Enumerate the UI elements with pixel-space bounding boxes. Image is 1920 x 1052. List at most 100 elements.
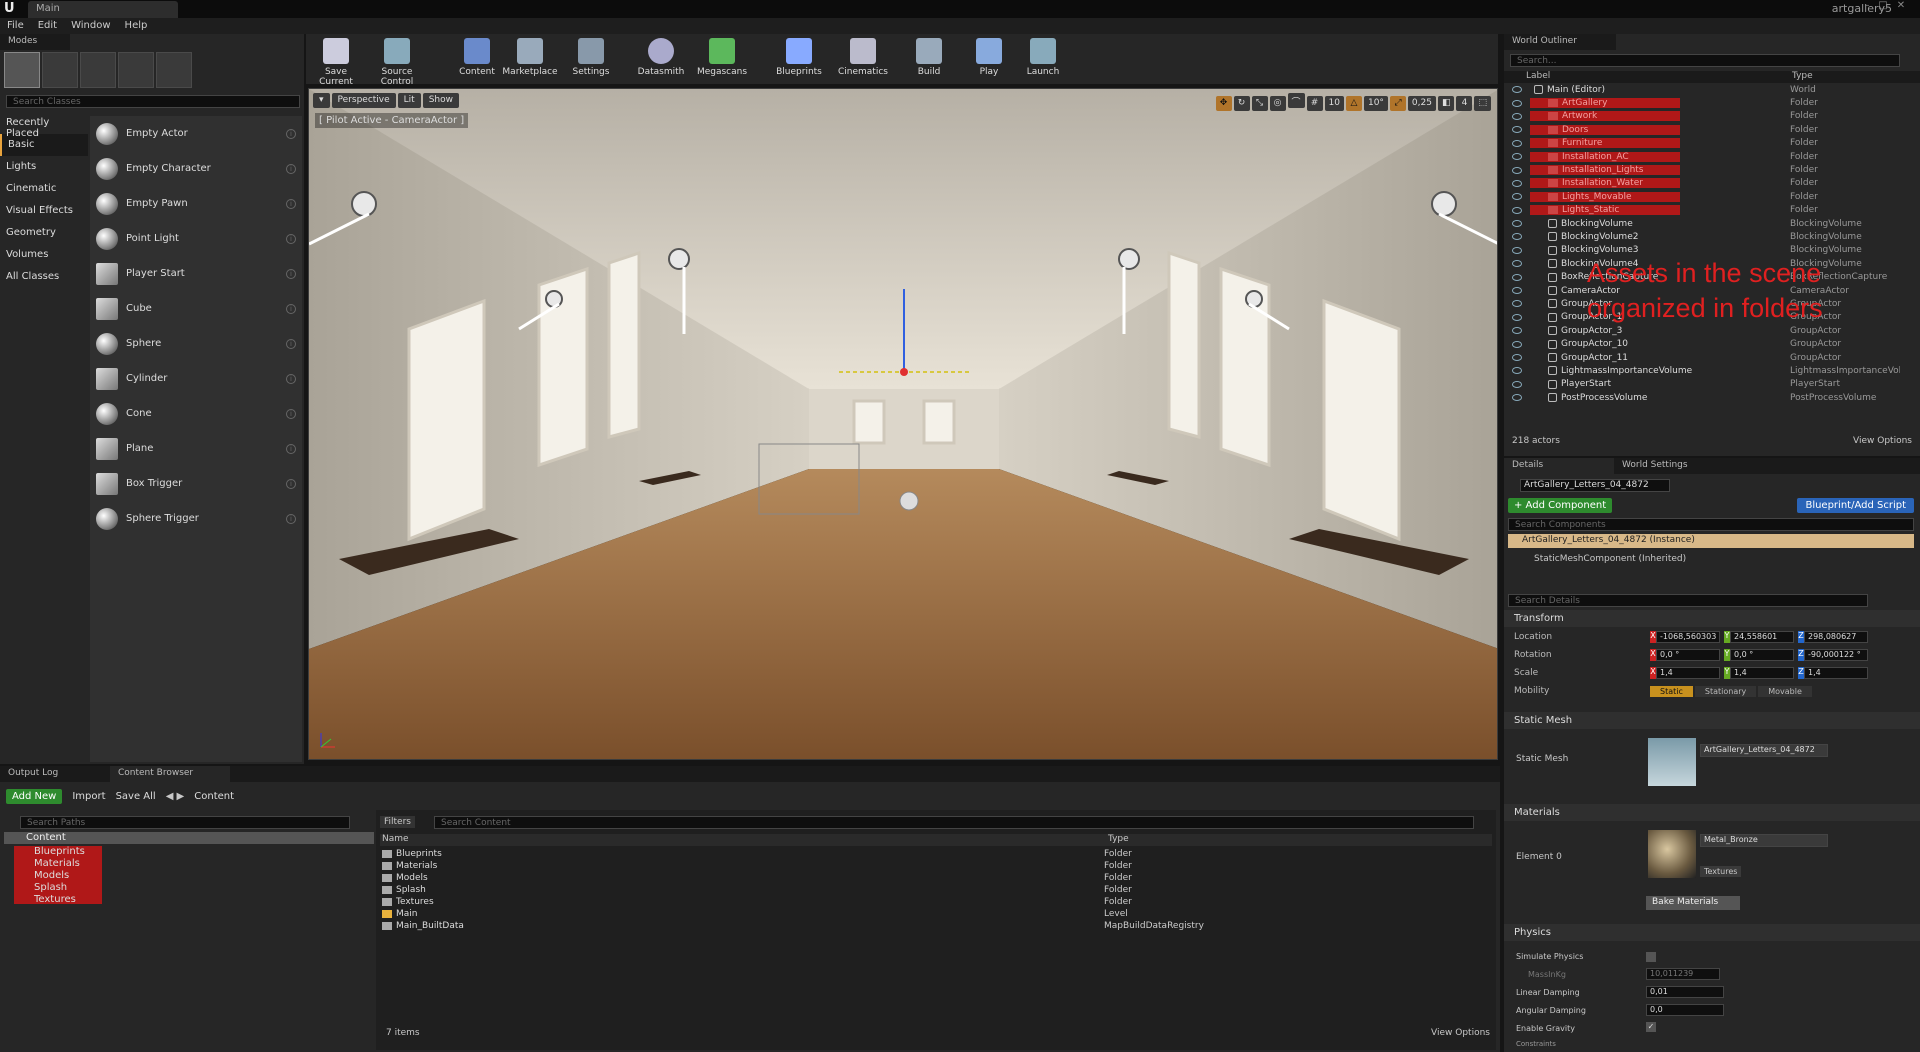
camera-speed-icon[interactable]: ◧ — [1437, 96, 1455, 111]
info-icon[interactable]: i — [286, 338, 296, 349]
material-dropdown[interactable]: Metal_Bronze — [1700, 834, 1828, 847]
minimize-icon[interactable]: – — [1860, 0, 1874, 12]
search-content-input[interactable]: Search Content — [434, 816, 1474, 829]
search-details-input[interactable]: Search Details — [1508, 594, 1868, 607]
outliner-row[interactable]: Installation_Water Folder — [1504, 177, 1920, 190]
bake-materials-button[interactable]: Bake Materials — [1646, 896, 1740, 910]
rotation-y[interactable]: 0,0 ° — [1730, 649, 1794, 661]
close-icon[interactable]: ✕ — [1894, 0, 1908, 12]
mobility-static[interactable]: Static — [1650, 685, 1693, 697]
angular-damping-field[interactable]: 0,0 — [1646, 1004, 1724, 1016]
enable-gravity-checkbox[interactable]: ✓ — [1646, 1022, 1656, 1032]
outliner-row[interactable]: Main (Editor) World — [1504, 83, 1920, 96]
output-log-tab[interactable]: Output Log — [0, 766, 110, 782]
outliner-row[interactable]: BoxReflectionCapture BoxReflectionCapture — [1504, 270, 1920, 283]
outliner-row[interactable]: GroupActor_10 GroupActor — [1504, 337, 1920, 350]
outliner-row[interactable]: GroupActor_11 GroupActor — [1504, 351, 1920, 364]
textures-dropdown[interactable]: Textures — [1700, 866, 1742, 877]
menu-help[interactable]: Help — [118, 18, 155, 31]
outliner-row[interactable]: GroupActor_3 GroupActor — [1504, 324, 1920, 337]
mobility-movable[interactable]: Movable — [1758, 685, 1812, 697]
static-mesh-section[interactable]: Static Mesh — [1504, 712, 1920, 729]
info-icon[interactable]: i — [286, 513, 296, 524]
save-current-button[interactable]: Save Current — [310, 34, 362, 87]
category-volumes[interactable]: Volumes — [0, 244, 88, 266]
static-mesh-dropdown[interactable]: ArtGallery_Letters_04_4872 — [1700, 744, 1828, 757]
visibility-eye-icon[interactable] — [1512, 327, 1522, 335]
class-item[interactable]: Cube i — [90, 291, 302, 326]
asset-row[interactable]: Splash Folder — [376, 884, 1488, 896]
instance-row[interactable]: ArtGallery_Letters_04_4872 (Instance) — [1508, 534, 1914, 548]
outliner-row[interactable]: BlockingVolume BlockingVolume — [1504, 217, 1920, 230]
outliner-row[interactable]: Lights_Movable Folder — [1504, 190, 1920, 203]
visibility-eye-icon[interactable] — [1512, 206, 1522, 214]
class-item[interactable]: Plane i — [90, 431, 302, 466]
show-button[interactable]: Show — [422, 93, 459, 108]
class-item[interactable]: Sphere i — [90, 326, 302, 361]
level-tab[interactable]: Main — [28, 1, 178, 18]
content-button[interactable]: Content — [456, 34, 498, 84]
outliner-row[interactable]: PostProcessVolume PostProcessVolume — [1504, 391, 1920, 404]
visibility-eye-icon[interactable] — [1512, 367, 1522, 375]
search-classes-input[interactable]: Search Classes — [6, 95, 300, 108]
menu-edit[interactable]: Edit — [31, 18, 64, 31]
import-button[interactable]: Import — [72, 791, 105, 802]
info-icon[interactable]: i — [286, 373, 296, 384]
materials-section[interactable]: Materials — [1504, 804, 1920, 821]
source-control-button[interactable]: Source Control — [366, 34, 428, 87]
place-mode-icon[interactable] — [4, 52, 40, 88]
search-paths-input[interactable]: Search Paths — [20, 816, 350, 829]
viewport-menu-button[interactable]: ▾ — [313, 93, 330, 108]
info-icon[interactable]: i — [286, 303, 296, 314]
paint-mode-icon[interactable] — [42, 52, 78, 88]
class-item[interactable]: Empty Character i — [90, 151, 302, 186]
type-column[interactable]: Type — [1108, 834, 1129, 846]
translate-icon[interactable]: ✥ — [1215, 96, 1232, 111]
material-thumbnail[interactable] — [1648, 830, 1696, 878]
world-settings-tab[interactable]: World Settings — [1614, 458, 1724, 474]
grid-snap-icon[interactable]: # — [1306, 96, 1323, 111]
location-x[interactable]: -1068,560303 — [1656, 631, 1720, 643]
outliner-row[interactable]: BlockingVolume4 BlockingVolume — [1504, 257, 1920, 270]
tree-textures[interactable]: Textures — [0, 894, 85, 906]
scale-y[interactable]: 1,4 — [1730, 667, 1794, 679]
filters-button[interactable]: Filters — [380, 816, 415, 828]
class-item[interactable]: Box Trigger i — [90, 466, 302, 501]
path-breadcrumb[interactable]: Content — [194, 791, 234, 802]
visibility-eye-icon[interactable] — [1512, 394, 1522, 402]
save-all-button[interactable]: Save All — [116, 791, 156, 802]
outliner-row[interactable]: Artwork Folder — [1504, 110, 1920, 123]
modes-tab[interactable]: Modes — [0, 34, 70, 50]
outliner-row[interactable]: LightmassImportanceVolume LightmassImport… — [1504, 364, 1920, 377]
search-components-input[interactable]: Search Components — [1508, 518, 1914, 531]
asset-row[interactable]: Materials Folder — [376, 860, 1488, 872]
rotate-icon[interactable]: ↻ — [1233, 96, 1250, 111]
perspective-button[interactable]: Perspective — [331, 93, 396, 108]
outliner-row[interactable]: BlockingVolume2 BlockingVolume — [1504, 230, 1920, 243]
name-column[interactable]: Name — [380, 834, 1108, 846]
visibility-eye-icon[interactable] — [1512, 246, 1522, 254]
category-cinematic[interactable]: Cinematic — [0, 178, 88, 200]
tree-models[interactable]: Models — [0, 870, 85, 882]
menu-file[interactable]: File — [0, 18, 31, 31]
details-tab[interactable]: Details — [1504, 458, 1614, 474]
tree-materials[interactable]: Materials — [0, 858, 85, 870]
visibility-eye-icon[interactable] — [1512, 166, 1522, 174]
visibility-eye-icon[interactable] — [1512, 354, 1522, 361]
visibility-eye-icon[interactable] — [1512, 99, 1522, 107]
camera-speed-value[interactable]: 4 — [1456, 96, 1473, 111]
back-icon[interactable]: ◀ ▶ — [166, 791, 185, 802]
marketplace-button[interactable]: Marketplace — [502, 34, 558, 84]
info-icon[interactable]: i — [286, 128, 296, 139]
tree-root[interactable]: Content — [4, 832, 374, 844]
category-recently-placed[interactable]: Recently Placed — [0, 112, 88, 139]
outliner-row[interactable]: ArtGallery Folder — [1504, 96, 1920, 109]
outliner-row[interactable]: CameraActor CameraActor — [1504, 284, 1920, 297]
maximize-viewport-icon[interactable]: ⬚ — [1474, 96, 1491, 111]
outliner-row[interactable]: GroupActor GroupActor — [1504, 297, 1920, 310]
simulate-physics-checkbox[interactable] — [1646, 952, 1656, 962]
visibility-eye-icon[interactable] — [1512, 86, 1522, 94]
info-icon[interactable]: i — [286, 233, 296, 244]
class-item[interactable]: Empty Pawn i — [90, 186, 302, 221]
label-column[interactable]: Label — [1504, 71, 1792, 83]
